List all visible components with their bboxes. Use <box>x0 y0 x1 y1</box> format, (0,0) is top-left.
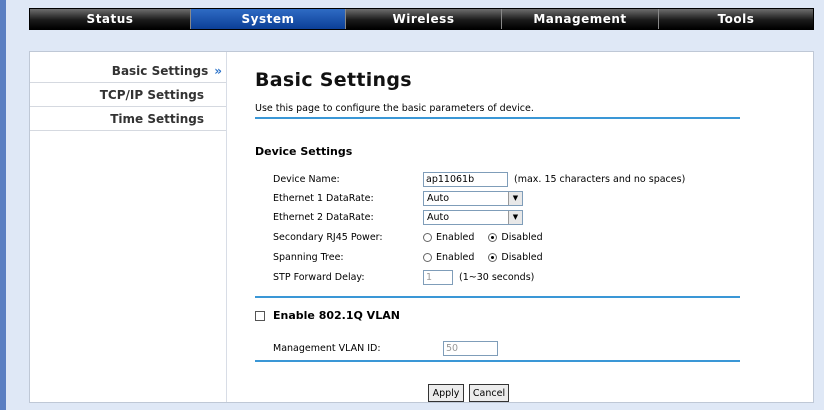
eth1-datarate-row: Ethernet 1 DataRate: Auto ▼ <box>273 189 523 207</box>
divider <box>255 117 740 119</box>
stp-forward-delay-input[interactable]: 1 <box>423 269 453 285</box>
divider <box>255 360 740 362</box>
device-name-row: Device Name: ap11061b (max. 15 character… <box>273 170 685 188</box>
vlan-enable-row: Enable 802.1Q VLAN <box>255 309 400 322</box>
tab-wireless[interactable]: Wireless <box>346 9 502 29</box>
secondary-rj45-power-radio-group: Enabled Disabled <box>423 232 557 243</box>
section-title-device-settings: Device Settings <box>255 145 353 158</box>
page-title: Basic Settings <box>255 69 412 91</box>
stp-forward-delay-row: STP Forward Delay: 1 (1~30 seconds) <box>273 268 534 286</box>
sidebar-item-label: Time Settings <box>110 111 204 126</box>
select-value: Auto <box>427 192 450 204</box>
sidebar-item-tcpip-settings[interactable]: TCP/IP Settings <box>30 83 226 107</box>
radio-label: Enabled <box>436 251 475 263</box>
sidebar: Basic Settings » TCP/IP Settings Time Se… <box>30 52 227 402</box>
management-vlan-id-label: Management VLAN ID: <box>273 342 381 354</box>
tab-system[interactable]: System <box>191 9 346 29</box>
eth1-datarate-label: Ethernet 1 DataRate: <box>273 192 374 204</box>
spanning-tree-label: Spanning Tree: <box>273 251 344 263</box>
spanning-tree-radio-group: Enabled Disabled <box>423 252 557 263</box>
spanning-tree-row: Spanning Tree: Enabled Disabled <box>273 248 557 266</box>
rj45-power-disabled-radio[interactable] <box>488 232 498 242</box>
dropdown-arrow-icon[interactable]: ▼ <box>508 191 522 205</box>
double-chevron-right-icon: » <box>214 64 222 78</box>
spanning-tree-disabled-radio[interactable] <box>488 252 498 262</box>
sidebar-item-time-settings[interactable]: Time Settings <box>30 107 226 131</box>
enable-vlan-label: Enable 802.1Q VLAN <box>273 309 400 322</box>
eth2-datarate-row: Ethernet 2 DataRate: Auto ▼ <box>273 208 523 226</box>
dropdown-arrow-icon[interactable]: ▼ <box>508 210 522 224</box>
sidebar-item-label: TCP/IP Settings <box>99 87 204 102</box>
top-nav-bar: Status System Wireless Management Tools <box>29 8 814 30</box>
cancel-button[interactable]: Cancel <box>469 384 509 402</box>
divider <box>255 296 740 298</box>
apply-button[interactable]: Apply <box>428 384 464 402</box>
sidebar-item-label: Basic Settings <box>111 64 209 78</box>
radio-label: Disabled <box>501 251 543 263</box>
device-name-hint: (max. 15 characters and no spaces) <box>514 173 686 185</box>
spanning-tree-enabled-radio[interactable] <box>423 252 432 262</box>
eth2-datarate-label: Ethernet 2 DataRate: <box>273 211 374 223</box>
sidebar-item-basic-settings[interactable]: Basic Settings » <box>30 60 226 83</box>
tab-tools[interactable]: Tools <box>659 9 813 29</box>
management-vlan-id-row: Management VLAN ID: 50 <box>273 339 498 357</box>
stp-forward-delay-hint: (1~30 seconds) <box>459 271 535 283</box>
page-description: Use this page to configure the basic par… <box>255 103 534 114</box>
select-value: Auto <box>427 211 450 223</box>
rj45-power-enabled-radio[interactable] <box>423 232 432 242</box>
radio-label: Enabled <box>436 231 475 243</box>
tab-status[interactable]: Status <box>30 9 191 29</box>
page-frame: Status System Wireless Management Tools … <box>0 0 824 410</box>
enable-vlan-checkbox[interactable] <box>255 310 265 321</box>
main-panel: Basic Settings » TCP/IP Settings Time Se… <box>29 51 814 403</box>
radio-label: Disabled <box>501 231 543 243</box>
secondary-rj45-power-label: Secondary RJ45 Power: <box>273 231 383 243</box>
device-name-label: Device Name: <box>273 173 340 185</box>
content-area: Basic Settings Use this page to configur… <box>227 52 813 402</box>
secondary-rj45-power-row: Secondary RJ45 Power: Enabled Disabled <box>273 228 557 246</box>
device-name-input[interactable]: ap11061b <box>423 171 508 187</box>
frame-left-edge <box>0 0 6 410</box>
eth1-datarate-select[interactable]: Auto ▼ <box>423 190 523 206</box>
eth2-datarate-select[interactable]: Auto ▼ <box>423 209 523 225</box>
management-vlan-id-input[interactable]: 50 <box>443 340 498 356</box>
stp-forward-delay-label: STP Forward Delay: <box>273 271 365 283</box>
tab-management[interactable]: Management <box>502 9 659 29</box>
